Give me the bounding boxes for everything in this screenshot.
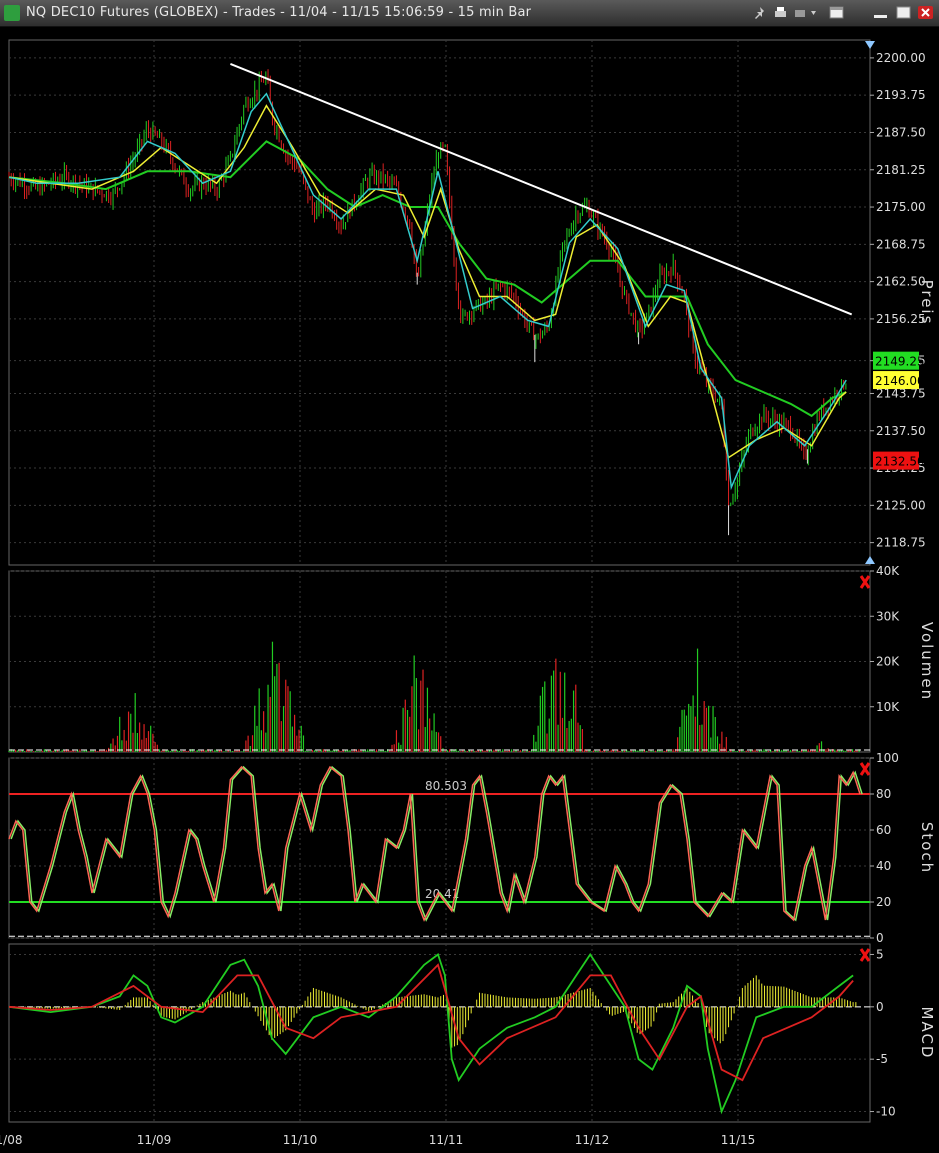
minimize-icon[interactable] [872, 5, 889, 20]
macd-ytick-label: 0 [876, 1000, 884, 1014]
app-icon [4, 5, 20, 21]
tools-dropdown-icon[interactable] [792, 5, 818, 20]
price-ytick-label: 2181.25 [876, 163, 926, 177]
price-ytick-label: 2175.00 [876, 200, 926, 214]
price-ytick-label: 2193.75 [876, 88, 926, 102]
macd-ytick-label: 5 [876, 947, 884, 961]
x-tick-label: 11/15 [721, 1133, 756, 1147]
stoch-ytick-label: 80 [876, 787, 891, 801]
price-ytick-label: 2200.00 [876, 51, 926, 65]
price-axis-label: Preis [918, 280, 936, 326]
price-marker-label: 2132.50 [875, 455, 925, 469]
print-icon[interactable] [772, 5, 789, 20]
price-ytick-label: 2168.75 [876, 237, 926, 251]
macd-ytick-label: -5 [876, 1052, 888, 1066]
price-ytick-label: 2187.50 [876, 125, 926, 139]
volume-ytick-label: 40K [876, 564, 900, 578]
macd-ytick-label: -10 [876, 1105, 896, 1119]
panel-icon[interactable] [828, 5, 845, 20]
price-panel-frame [8, 39, 871, 566]
pin-icon[interactable] [752, 5, 769, 20]
stoch-level-label: 80.503 [425, 779, 467, 793]
stoch-ytick-label: 0 [876, 931, 884, 945]
price-marker-label: 2149.25 [875, 355, 925, 369]
maximize-icon[interactable] [895, 5, 912, 20]
x-tick-label: 11/12 [575, 1133, 610, 1147]
volume-axis-label: Volumen [918, 622, 936, 701]
window-titlebar: NQ DEC10 Futures (GLOBEX) - Trades - 11/… [0, 0, 939, 27]
x-tick-label: 11/10 [283, 1133, 318, 1147]
price-marker-label: 2146.00 [875, 374, 925, 388]
macd-axis-label: MACD [918, 1007, 936, 1060]
chart-area[interactable]: 2200.00 2193.75 2187.50 2181.25 2175.00 2168.… [0, 27, 939, 1149]
close-icon[interactable] [917, 5, 934, 20]
stoch-ytick-label: 60 [876, 823, 891, 837]
x-tick-label: 11/11 [429, 1133, 464, 1147]
price-ytick-label: 2137.50 [876, 424, 926, 438]
volume-ytick-label: 10K [876, 700, 900, 714]
price-ytick-label: 2118.75 [876, 536, 926, 550]
x-tick-label: 1/08 [0, 1133, 22, 1147]
volume-ytick-label: 20K [876, 655, 900, 669]
window-title: NQ DEC10 Futures (GLOBEX) - Trades - 11/… [26, 5, 532, 20]
volume-ytick-label: 30K [876, 609, 900, 623]
stoch-ytick-label: 20 [876, 895, 891, 909]
chart-svg[interactable]: 2200.00 2193.75 2187.50 2181.25 2175.00 2168.… [0, 27, 939, 1149]
stoch-ytick-label: 100 [876, 751, 899, 765]
stoch-ytick-label: 40 [876, 859, 891, 873]
x-tick-label: 11/09 [137, 1133, 172, 1147]
price-ytick-label: 2125.00 [876, 498, 926, 512]
stoch-axis-label: Stoch [918, 822, 936, 874]
